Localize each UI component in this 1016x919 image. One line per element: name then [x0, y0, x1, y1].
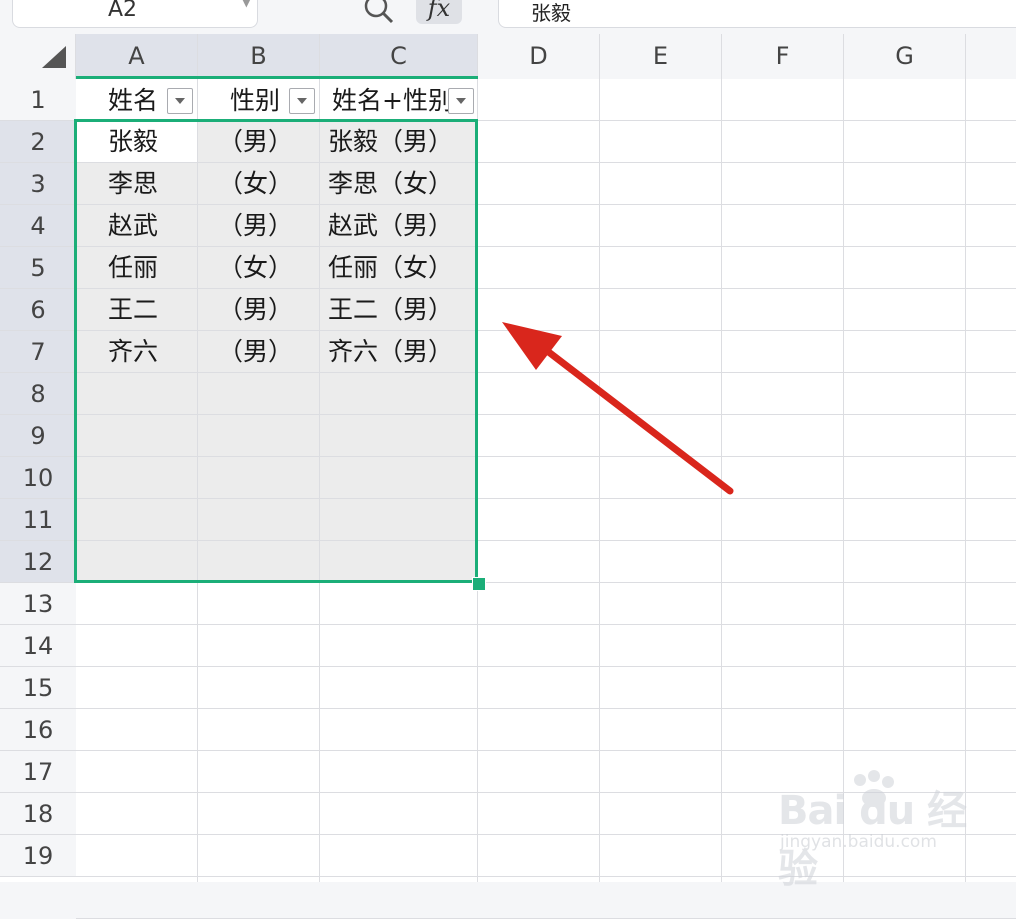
watermark: Bai du 经验 jingyan.baidu.com [778, 770, 978, 892]
watermark-url: jingyan.baidu.com [780, 832, 937, 852]
annotation-arrow [502, 322, 734, 495]
